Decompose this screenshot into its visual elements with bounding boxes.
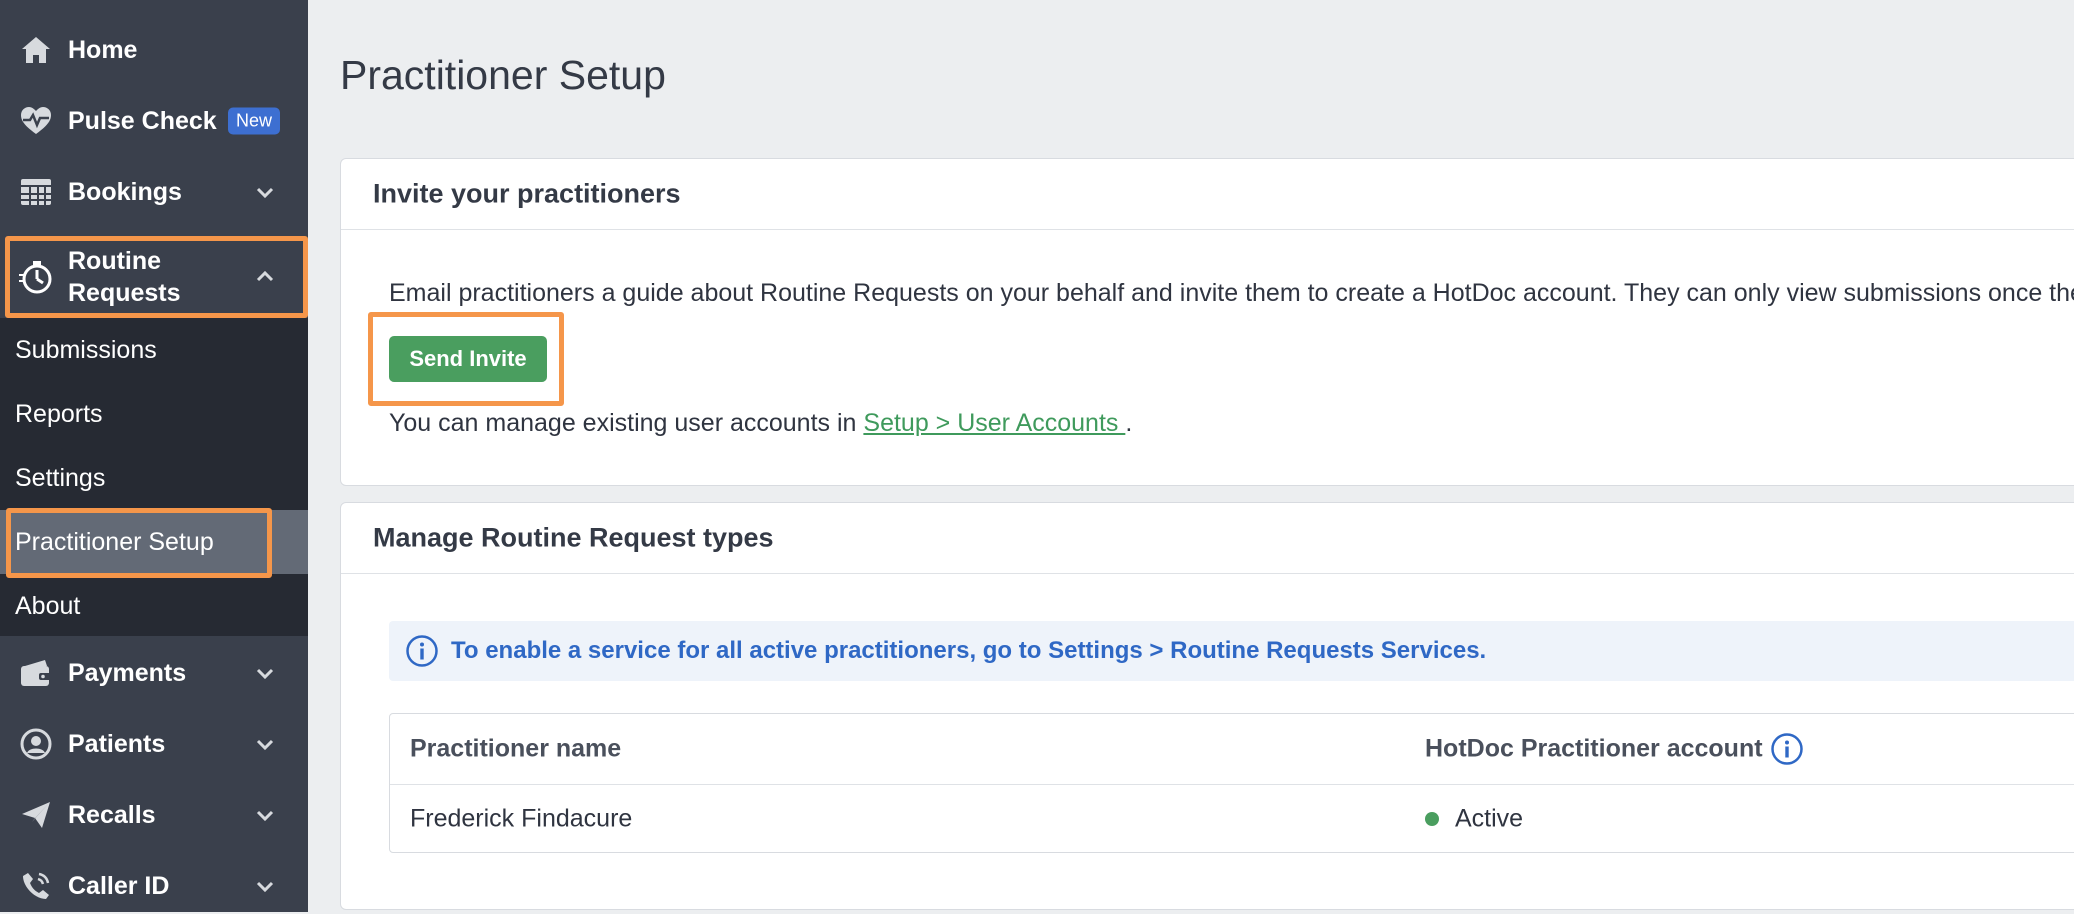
submenu-label: Reports bbox=[15, 399, 103, 428]
invite-heading: Invite your practitioners bbox=[373, 178, 681, 209]
sidebar-item-label: Bookings bbox=[68, 177, 182, 206]
sidebar: Home Pulse Check New Bookings Routine Re… bbox=[0, 0, 308, 912]
info-banner: To enable a service for all active pract… bbox=[389, 621, 2074, 681]
table-row: Frederick Findacure Active bbox=[390, 784, 2074, 854]
request-types-card-header: Manage Routine Request types bbox=[341, 503, 2074, 574]
sidebar-item-label: Recalls bbox=[68, 800, 156, 829]
send-invite-button[interactable]: Send Invite bbox=[389, 336, 547, 382]
sidebar-item-label: Payments bbox=[68, 658, 187, 687]
submenu-label: Practitioner Setup bbox=[15, 527, 214, 556]
sidebar-subitem-reports[interactable]: Reports bbox=[0, 382, 308, 446]
heartbeat-icon bbox=[18, 103, 54, 139]
request-types-heading: Manage Routine Request types bbox=[373, 522, 774, 553]
status-dot-icon bbox=[1425, 812, 1439, 826]
chevron-down-icon bbox=[256, 739, 274, 751]
chevron-down-icon bbox=[256, 187, 274, 199]
practitioner-table: Practitioner name HotDoc Practitioner ac… bbox=[389, 713, 2074, 853]
column-header-practitioner-name: Practitioner name bbox=[410, 734, 622, 763]
paper-plane-icon bbox=[18, 797, 54, 833]
chevron-down-icon bbox=[256, 881, 274, 893]
submenu-label: About bbox=[15, 591, 81, 620]
chevron-up-icon bbox=[256, 270, 274, 282]
label-line-2: Requests bbox=[68, 279, 181, 307]
sidebar-item-pulse-check[interactable]: Pulse Check New bbox=[0, 93, 308, 149]
sidebar-subitem-about[interactable]: About bbox=[0, 574, 308, 638]
sidebar-item-payments[interactable]: Payments bbox=[0, 645, 308, 701]
sidebar-item-label: Caller ID bbox=[68, 871, 170, 900]
sidebar-item-label: Pulse Check bbox=[68, 106, 217, 135]
sidebar-item-routine-requests[interactable]: Routine Requests bbox=[0, 238, 308, 316]
info-icon bbox=[406, 635, 438, 667]
sidebar-subitem-settings[interactable]: Settings bbox=[0, 446, 308, 510]
sidebar-item-bookings[interactable]: Bookings bbox=[0, 164, 308, 220]
page-title: Practitioner Setup bbox=[340, 52, 666, 98]
new-badge: New bbox=[228, 107, 281, 135]
sidebar-item-patients[interactable]: Patients bbox=[0, 716, 308, 772]
sidebar-item-caller-id[interactable]: Caller ID bbox=[0, 858, 308, 914]
calendar-grid-icon bbox=[18, 174, 54, 210]
chevron-down-icon bbox=[256, 810, 274, 822]
request-types-card: Manage Routine Request types To enable a… bbox=[340, 502, 2074, 910]
user-circle-icon bbox=[18, 726, 54, 762]
manage-accounts-text: You can manage existing user accounts in… bbox=[389, 409, 1132, 438]
sidebar-item-label: Home bbox=[68, 35, 138, 64]
phone-icon bbox=[18, 868, 54, 904]
invite-card: Invite your practitioners Email practiti… bbox=[340, 158, 2074, 486]
manage-prefix: You can manage existing user accounts in bbox=[389, 409, 864, 437]
column-header-account: HotDoc Practitioner account bbox=[1425, 734, 1763, 763]
routine-requests-submenu: Submissions Reports Settings Practitione… bbox=[0, 318, 308, 636]
practitioner-name-cell: Frederick Findacure bbox=[410, 804, 633, 833]
sidebar-subitem-practitioner-setup[interactable]: Practitioner Setup bbox=[0, 510, 308, 574]
status-badge: Active bbox=[1455, 804, 1524, 833]
info-icon[interactable] bbox=[1770, 732, 1804, 766]
home-icon bbox=[18, 32, 54, 68]
invite-description: Email practitioners a guide about Routin… bbox=[389, 279, 2074, 307]
sidebar-subitem-submissions[interactable]: Submissions bbox=[0, 318, 308, 382]
stopwatch-icon bbox=[18, 259, 54, 295]
sidebar-item-label: Routine Requests bbox=[68, 245, 181, 309]
wallet-icon bbox=[18, 655, 54, 691]
sidebar-item-recalls[interactable]: Recalls bbox=[0, 787, 308, 843]
info-banner-text: To enable a service for all active pract… bbox=[451, 637, 1487, 664]
sidebar-item-home[interactable]: Home bbox=[0, 22, 308, 78]
invite-card-header: Invite your practitioners bbox=[341, 159, 2074, 230]
table-header-row: Practitioner name HotDoc Practitioner ac… bbox=[390, 714, 2074, 785]
label-line-1: Routine bbox=[68, 247, 162, 275]
submenu-label: Submissions bbox=[15, 335, 157, 364]
submenu-label: Settings bbox=[15, 463, 106, 492]
sidebar-item-label: Patients bbox=[68, 729, 166, 758]
user-accounts-link[interactable]: Setup > User Accounts bbox=[863, 409, 1125, 437]
chevron-down-icon bbox=[256, 668, 274, 680]
manage-suffix: . bbox=[1125, 409, 1133, 437]
